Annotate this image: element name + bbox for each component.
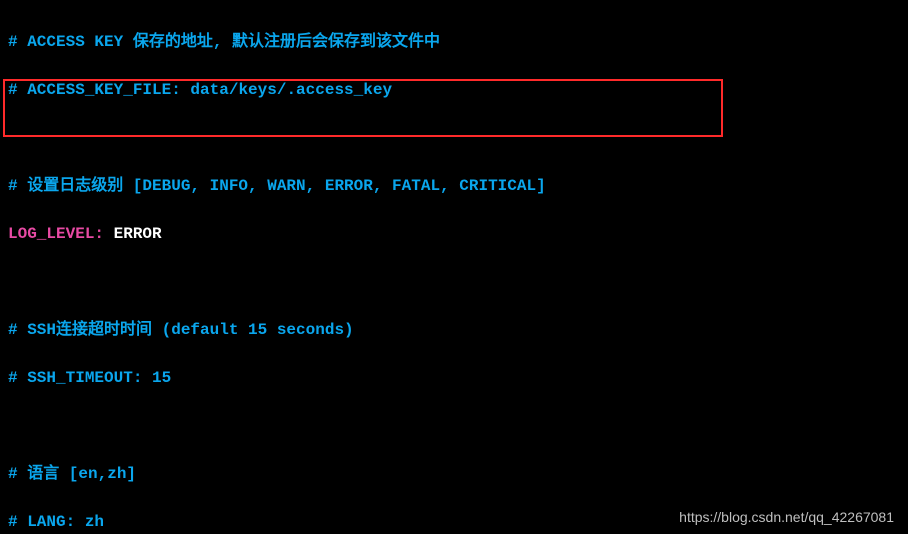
blank-line [8, 270, 900, 294]
config-line-log-level: LOG_LEVEL: ERROR [8, 222, 900, 246]
comment-line: # SSH_TIMEOUT: 15 [8, 366, 900, 390]
comment-line: # SSH连接超时时间 (default 15 seconds) [8, 318, 900, 342]
comment-line: # ACCESS KEY 保存的地址, 默认注册后会保存到该文件中 [8, 30, 900, 54]
blank-line [8, 126, 900, 150]
config-key: LOG_LEVEL: [8, 225, 104, 243]
comment-line: # LANG: zh [8, 510, 900, 534]
comment-line: # 语言 [en,zh] [8, 462, 900, 486]
config-value: ERROR [104, 225, 162, 243]
terminal-editor[interactable]: # ACCESS KEY 保存的地址, 默认注册后会保存到该文件中 # ACCE… [0, 0, 908, 534]
blank-line [8, 414, 900, 438]
comment-line: # ACCESS_KEY_FILE: data/keys/.access_key [8, 78, 900, 102]
comment-line: # 设置日志级别 [DEBUG, INFO, WARN, ERROR, FATA… [8, 174, 900, 198]
